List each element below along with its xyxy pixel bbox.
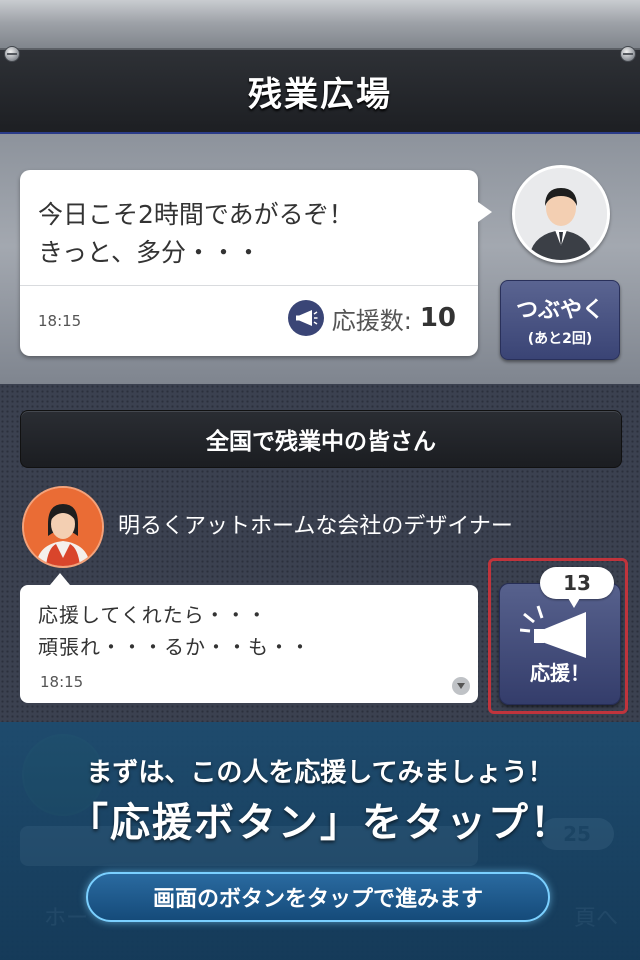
female-avatar-icon[interactable] [22,486,104,568]
screw-icon [620,46,636,62]
page-title: 残業広場 [248,74,392,115]
male-avatar-icon [512,165,610,263]
my-tweet-text: 今日こそ2時間であがるぞ！ きっと、多分・・・ [38,196,354,272]
section-header: 全国で残業中の皆さん [20,410,622,468]
proceed-button[interactable]: 画面のボタンをタップで進みます [86,872,550,922]
section-title: 全国で残業中の皆さん [206,429,436,455]
user-tweet-line: 応援してくれたら・・・ [38,603,268,627]
megaphone-icon [287,300,324,336]
cheer-count-badge: 13 [540,567,614,608]
user-tweet-bubble: 応援してくれたら・・・ 頑張れ・・・るか・・も・・ 18:15 [20,573,478,703]
cheer-button-label: 応援！ [530,661,590,685]
user-description: 明るくアットホームな会社のデザイナー [118,514,513,539]
expand-icon[interactable] [452,677,470,695]
cheer-count-value: 10 [419,303,456,333]
screw-icon [4,46,20,62]
cheer-count-label: 応援数: [331,306,412,335]
my-tweet-line: きっと、多分・・・ [38,238,262,267]
tutorial-headline: 「応援ボタン」をタップ！ [68,800,572,846]
tweet-button-label: つぶやく [515,298,604,323]
megaphone-icon [520,605,586,658]
my-tweet-bubble: 今日こそ2時間であがるぞ！ きっと、多分・・・ 18:15 応援数: 10 [20,170,492,356]
cheer-count-display: 応援数: 10 [287,300,456,336]
title-bar: 残業広場 [0,50,640,134]
divider [20,285,478,286]
proceed-button-label: 画面のボタンをタップで進みます [152,887,483,912]
top-metal-strip [0,0,640,50]
cheer-button[interactable]: 応援！ [499,583,621,705]
user-tweet-time: 18:15 [40,673,84,691]
my-tweet-time: 18:15 [38,312,82,330]
tweet-button[interactable]: つぶやく (あと2回) [500,280,620,360]
tweet-remaining-label: (あと2回) [527,331,593,347]
my-tweet-line: 今日こそ2時間であがるぞ！ [38,200,354,229]
user-tweet-text: 応援してくれたら・・・ 頑張れ・・・るか・・も・・ [38,599,311,663]
user-tweet-line: 頑張れ・・・るか・・も・・ [38,635,311,659]
tutorial-instruction: まずは、この人を応援してみましょう！ [86,758,554,788]
